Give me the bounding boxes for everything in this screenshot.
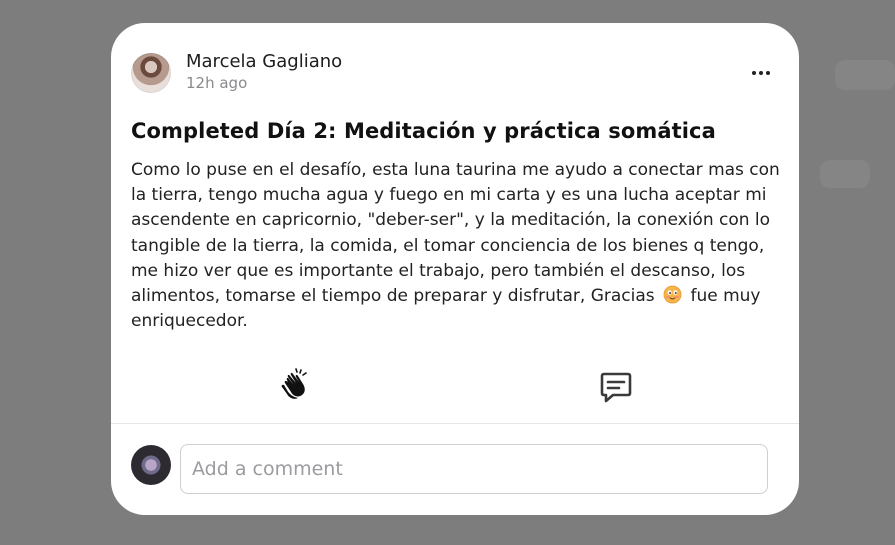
author-avatar[interactable]: [131, 53, 171, 93]
more-options-icon[interactable]: [747, 63, 775, 83]
current-user-avatar: [131, 445, 171, 485]
post-modal: Marcela Gagliano 12h ago Completed Día 2…: [111, 23, 799, 515]
post-body: Como lo puse en el desafío, esta luna ta…: [131, 158, 781, 334]
clapping-hands-icon[interactable]: [276, 368, 312, 404]
comment-input[interactable]: [180, 444, 768, 494]
actions-divider: [111, 423, 799, 424]
post-timestamp: 12h ago: [186, 74, 248, 92]
post-body-text: Como lo puse en el desafío, esta luna ta…: [131, 160, 780, 307]
backdrop-shape: [820, 160, 870, 188]
smiling-face-emoji-icon: [663, 285, 682, 304]
post-title: Completed Día 2: Meditación y práctica s…: [131, 119, 716, 143]
comment-bubble-icon[interactable]: [598, 369, 634, 405]
backdrop-shape: [835, 60, 895, 90]
author-name[interactable]: Marcela Gagliano: [186, 51, 342, 72]
